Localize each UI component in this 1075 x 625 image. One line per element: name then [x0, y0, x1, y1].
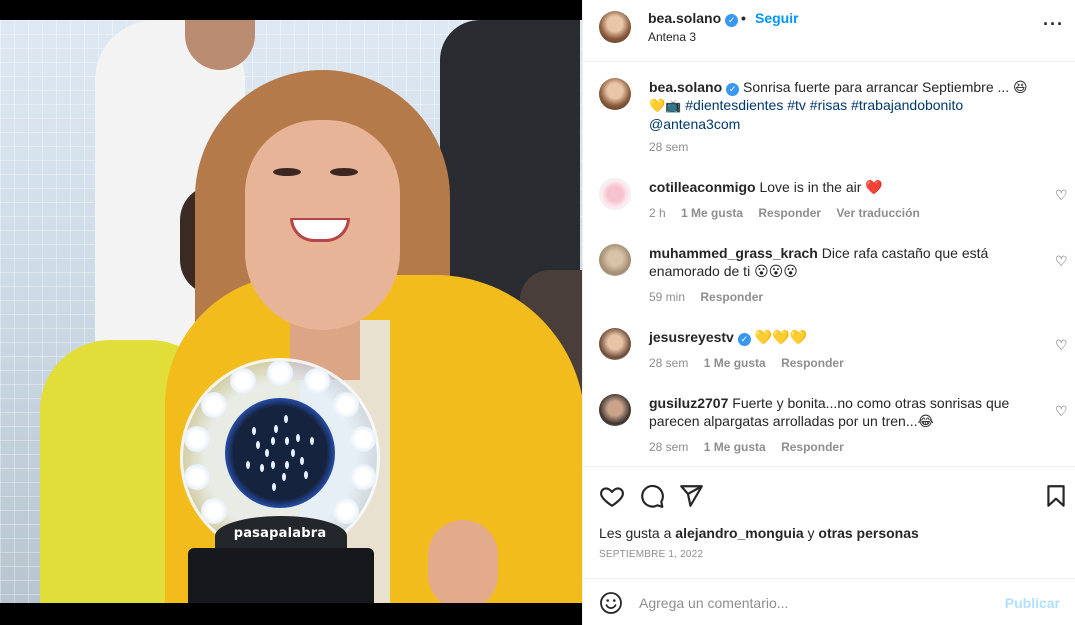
comment-likes[interactable]: 1 Me gusta — [681, 206, 743, 220]
comment-meta: 28 sem 1 Me gusta Responder — [649, 440, 856, 454]
liker-username[interactable]: alejandro_monguia — [675, 525, 803, 541]
dial-light — [259, 464, 264, 473]
author-username[interactable]: bea.solano ✓ — [648, 10, 739, 27]
caption-meta: 28 sem — [649, 140, 700, 154]
comment-text: cotilleaconmigo Love is in the air ❤️ — [649, 179, 883, 195]
post-media[interactable]: pasapalabra — [0, 0, 582, 625]
comment-like-heart-icon[interactable]: ♡ — [1055, 403, 1068, 420]
comment-time[interactable]: 2 h — [649, 206, 666, 220]
device-letter-button — [349, 426, 376, 453]
caption-hashtags[interactable]: #dientesdientes #tv #risas #trabajandobo… — [685, 97, 963, 113]
comment-text: jesusreyestv ✓ 💛💛💛 — [649, 329, 808, 346]
verified-icon: ✓ — [726, 83, 740, 96]
comment-likes[interactable]: 1 Me gusta — [704, 356, 766, 370]
caption-username[interactable]: bea.solano — [649, 79, 722, 95]
verified-icon: ✓ — [737, 333, 751, 346]
device-letter-button — [200, 392, 227, 418]
verified-icon: ✓ — [725, 14, 739, 27]
comments-list[interactable]: bea.solano ✓ Sonrisa fuerte para arrancar… — [583, 62, 1075, 466]
device-letter-button — [349, 463, 376, 490]
presenter-eye-left — [273, 168, 301, 176]
author-avatar[interactable] — [599, 11, 631, 43]
comment-username[interactable]: jesusreyestv — [649, 329, 734, 345]
pasapalabra-dial — [225, 398, 335, 508]
translate-button[interactable]: Ver traducción — [836, 206, 919, 220]
device-letter-button — [184, 463, 211, 490]
comment-meta: 28 sem 1 Me gusta Responder — [649, 356, 856, 370]
publish-button[interactable]: Publicar — [1005, 595, 1060, 611]
device-stand — [188, 548, 374, 603]
comment-time[interactable]: 59 min — [649, 290, 685, 304]
presenter-eye-right — [330, 168, 358, 176]
comment-meta: 59 min Responder — [649, 290, 775, 304]
others-link[interactable]: otras personas — [818, 525, 918, 541]
more-options-icon[interactable]: ··· — [1043, 14, 1064, 35]
reply-button[interactable]: Responder — [700, 290, 763, 304]
post-sidebar: bea.solano ✓ • Seguir Antena 3 ··· bea.so… — [582, 0, 1075, 625]
caption-mention[interactable]: @antena3com — [649, 116, 740, 132]
commenter-avatar[interactable] — [599, 328, 631, 360]
post-actions: Les gusta a alejandro_monguia y otras pe… — [583, 466, 1075, 578]
post-location[interactable]: Antena 3 — [648, 30, 696, 44]
likes-summary: Les gusta a alejandro_monguia y otras pe… — [599, 525, 919, 541]
comment-username[interactable]: muhammed_grass_krach — [649, 245, 818, 261]
send-icon[interactable] — [678, 483, 704, 509]
bookmark-icon[interactable] — [1043, 483, 1069, 509]
reply-button[interactable]: Responder — [781, 356, 844, 370]
dial-light — [245, 460, 250, 469]
post-header: bea.solano ✓ • Seguir Antena 3 ··· — [583, 0, 1075, 62]
caption-time[interactable]: 28 sem — [649, 140, 688, 154]
emoji-icon[interactable] — [599, 591, 623, 615]
follow-button[interactable]: Seguir — [755, 10, 799, 26]
dial-light — [251, 426, 256, 435]
comment-username[interactable]: cotilleaconmigo — [649, 179, 756, 195]
presenter-hand — [428, 520, 498, 603]
comment-text: gusiluz2707 Fuerte y bonita...no como ot… — [649, 395, 1010, 429]
post-date[interactable]: SEPTIEMBRE 1, 2022 — [599, 549, 703, 560]
pasapalabra-logo-text: pasapalabra — [233, 526, 327, 541]
comment-like-heart-icon[interactable]: ♡ — [1055, 187, 1068, 204]
comment-text: muhammed_grass_krach Dice rafa castaño q… — [649, 245, 989, 279]
dial-light — [264, 449, 269, 457]
dial-light — [255, 440, 260, 449]
device-letter-button — [200, 497, 227, 524]
dial-light — [284, 460, 289, 469]
commenter-avatar[interactable] — [599, 178, 631, 210]
add-comment-bar: Agrega un comentario... Publicar — [583, 578, 1075, 625]
reply-button[interactable]: Responder — [758, 206, 821, 220]
comment-meta: 2 h 1 Me gusta Responder Ver traducción — [649, 206, 932, 220]
comment-username[interactable]: gusiluz2707 — [649, 395, 728, 411]
comment-time[interactable]: 28 sem — [649, 440, 688, 454]
comment-time[interactable]: 28 sem — [649, 356, 688, 370]
comment-icon[interactable] — [639, 483, 665, 509]
post-photo[interactable]: pasapalabra — [0, 20, 582, 603]
commenter-avatar[interactable] — [599, 244, 631, 276]
dial-light — [284, 437, 289, 446]
reply-button[interactable]: Responder — [781, 440, 844, 454]
dial-light — [284, 414, 288, 423]
author-avatar[interactable] — [599, 78, 631, 110]
device-letter-button — [267, 360, 293, 386]
separator-dot: • — [741, 10, 746, 26]
comment-likes[interactable]: 1 Me gusta — [704, 440, 766, 454]
dial-light — [282, 472, 287, 481]
comment-input[interactable]: Agrega un comentario... — [639, 595, 788, 611]
commenter-avatar[interactable] — [599, 394, 631, 426]
heart-icon[interactable] — [599, 483, 625, 509]
dial-light — [271, 483, 276, 492]
comment-like-heart-icon[interactable]: ♡ — [1055, 253, 1068, 270]
comment-like-heart-icon[interactable]: ♡ — [1055, 337, 1068, 354]
caption-text: bea.solano ✓ Sonrisa fuerte para arrancar… — [649, 79, 1028, 132]
